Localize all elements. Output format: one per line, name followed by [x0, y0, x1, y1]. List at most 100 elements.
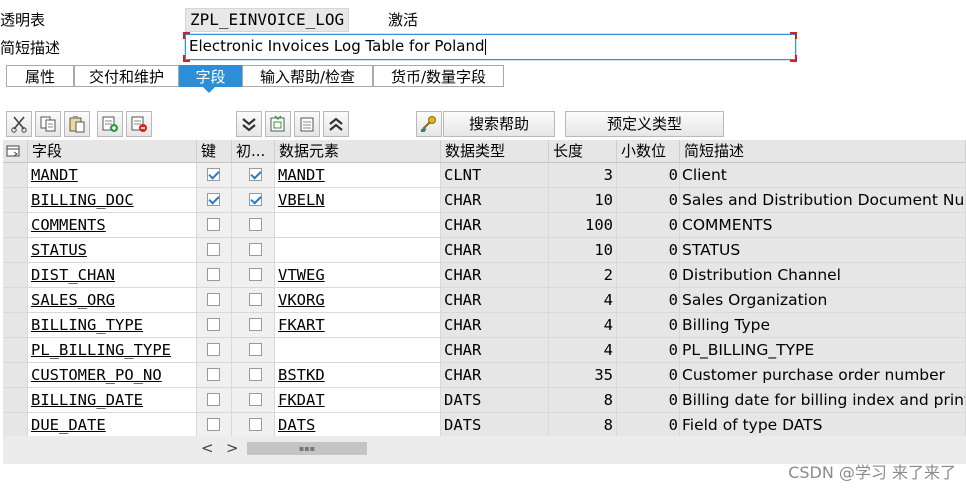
search-help-button[interactable]: 搜索帮助 [443, 111, 555, 137]
data-type-cell[interactable]: CLNT [441, 163, 549, 188]
decimals-cell[interactable]: 0 [617, 263, 680, 288]
length-cell[interactable]: 4 [549, 288, 617, 313]
tab-attributes[interactable]: 属性 [6, 65, 74, 87]
data-element-cell[interactable]: DATS [275, 413, 441, 438]
col-decimals-header[interactable]: 小数位 [617, 140, 680, 163]
row-selector[interactable] [3, 363, 28, 388]
search-help-key-button[interactable] [416, 111, 442, 137]
row-selector[interactable] [3, 338, 28, 363]
description-cell[interactable]: Distribution Channel [680, 263, 966, 288]
key-checkbox[interactable] [207, 318, 220, 331]
data-element-cell[interactable] [275, 338, 441, 363]
row-selector[interactable] [3, 213, 28, 238]
description-cell[interactable]: PL_BILLING_TYPE [680, 338, 966, 363]
description-cell[interactable]: Customer purchase order number [680, 363, 966, 388]
col-data-element-header[interactable]: 数据元素 [275, 140, 441, 163]
decimals-cell[interactable]: 0 [617, 363, 680, 388]
initial-values-checkbox[interactable] [249, 343, 262, 356]
initial-values-checkbox[interactable] [249, 193, 262, 206]
field-name-cell[interactable]: STATUS [28, 238, 197, 263]
data-element-cell[interactable]: BSTKD [275, 363, 441, 388]
row-selector[interactable] [3, 413, 28, 438]
decimals-cell[interactable]: 0 [617, 338, 680, 363]
field-name-cell[interactable]: BILLING_DATE [28, 388, 197, 413]
col-description-header[interactable]: 简短描述 [680, 140, 966, 163]
data-type-cell[interactable]: CHAR [441, 263, 549, 288]
length-cell[interactable]: 8 [549, 413, 617, 438]
row-selector[interactable] [3, 238, 28, 263]
length-cell[interactable]: 2 [549, 263, 617, 288]
decimals-cell[interactable]: 0 [617, 413, 680, 438]
data-type-cell[interactable]: CHAR [441, 288, 549, 313]
tab-currency-quantity[interactable]: 货币/数量字段 [373, 65, 504, 87]
key-checkbox[interactable] [207, 268, 220, 281]
scroll-right-arrow[interactable]: > [226, 439, 239, 457]
decimals-cell[interactable]: 0 [617, 213, 680, 238]
key-checkbox[interactable] [207, 418, 220, 431]
key-checkbox[interactable] [207, 293, 220, 306]
predefined-type-button[interactable]: 预定义类型 [565, 111, 724, 137]
key-checkbox[interactable] [207, 243, 220, 256]
select-all-header[interactable] [3, 140, 28, 163]
initial-values-checkbox[interactable] [249, 268, 262, 281]
short-description-input[interactable]: Electronic Invoices Log Table for Poland [185, 34, 796, 60]
field-name-cell[interactable]: CUSTOMER_PO_NO [28, 363, 197, 388]
col-data-type-header[interactable]: 数据类型 [441, 140, 549, 163]
description-cell[interactable]: Sales Organization [680, 288, 966, 313]
key-checkbox[interactable] [207, 193, 220, 206]
paste-button[interactable] [64, 111, 90, 137]
field-name-cell[interactable]: DIST_CHAN [28, 263, 197, 288]
tab-delivery-maintenance[interactable]: 交付和维护 [74, 65, 179, 87]
length-cell[interactable]: 4 [549, 338, 617, 363]
data-element-cell[interactable]: VTWEG [275, 263, 441, 288]
key-checkbox[interactable] [207, 393, 220, 406]
copy-button[interactable] [35, 111, 61, 137]
field-name-cell[interactable]: SALES_ORG [28, 288, 197, 313]
description-cell[interactable]: Billing Type [680, 313, 966, 338]
decimals-cell[interactable]: 0 [617, 313, 680, 338]
length-cell[interactable]: 4 [549, 313, 617, 338]
length-cell[interactable]: 10 [549, 238, 617, 263]
initial-values-checkbox[interactable] [249, 393, 262, 406]
data-element-cell[interactable]: FKART [275, 313, 441, 338]
decimals-cell[interactable]: 0 [617, 388, 680, 413]
decimals-cell[interactable]: 0 [617, 188, 680, 213]
data-element-cell[interactable]: FKDAT [275, 388, 441, 413]
insert-structure-button[interactable] [265, 111, 291, 137]
field-name-cell[interactable]: PL_BILLING_TYPE [28, 338, 197, 363]
initial-values-checkbox[interactable] [249, 218, 262, 231]
data-type-cell[interactable]: DATS [441, 413, 549, 438]
row-selector[interactable] [3, 188, 28, 213]
field-name-cell[interactable]: BILLING_DOC [28, 188, 197, 213]
tab-input-help-check[interactable]: 输入帮助/检查 [242, 65, 373, 87]
description-cell[interactable]: Field of type DATS [680, 413, 966, 438]
expand-all-button[interactable] [236, 111, 262, 137]
length-cell[interactable]: 10 [549, 188, 617, 213]
decimals-cell[interactable]: 0 [617, 238, 680, 263]
field-name-cell[interactable]: DUE_DATE [28, 413, 197, 438]
data-type-cell[interactable]: CHAR [441, 188, 549, 213]
description-cell[interactable]: STATUS [680, 238, 966, 263]
data-type-cell[interactable]: CHAR [441, 238, 549, 263]
key-checkbox[interactable] [207, 343, 220, 356]
scroll-thumb[interactable]: ▪▪▪ [247, 442, 367, 455]
description-cell[interactable]: COMMENTS [680, 213, 966, 238]
field-name-cell[interactable]: COMMENTS [28, 213, 197, 238]
row-selector[interactable] [3, 388, 28, 413]
initial-values-checkbox[interactable] [249, 168, 262, 181]
collapse-all-button[interactable] [323, 111, 349, 137]
description-cell[interactable]: Billing date for billing index and print… [680, 388, 966, 413]
data-element-cell[interactable] [275, 238, 441, 263]
data-element-cell[interactable]: VKORG [275, 288, 441, 313]
key-checkbox[interactable] [207, 218, 220, 231]
initial-values-checkbox[interactable] [249, 293, 262, 306]
length-cell[interactable]: 35 [549, 363, 617, 388]
initial-values-checkbox[interactable] [249, 318, 262, 331]
scroll-left-arrow[interactable]: < [201, 439, 214, 457]
delete-row-button[interactable] [126, 111, 152, 137]
field-name-cell[interactable]: BILLING_TYPE [28, 313, 197, 338]
description-cell[interactable]: Sales and Distribution Document Number [680, 188, 966, 213]
length-cell[interactable]: 3 [549, 163, 617, 188]
col-field-header[interactable]: 字段 [28, 140, 197, 163]
data-element-cell[interactable]: VBELN [275, 188, 441, 213]
